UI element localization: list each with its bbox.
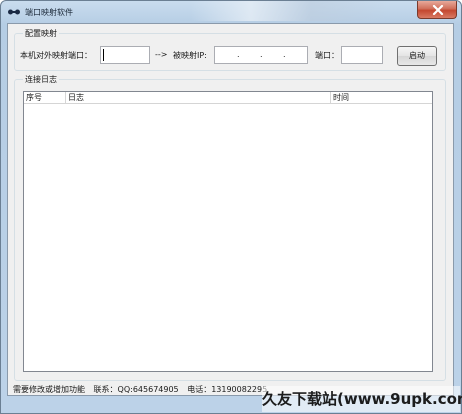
target-ip-label: 被映射IP: (173, 51, 207, 60)
column-header-time[interactable]: 时间 (331, 92, 432, 103)
window-title: 端口映射软件 (25, 8, 73, 17)
ip-dot: . (237, 50, 240, 59)
target-port-input[interactable] (341, 46, 383, 64)
column-header-log[interactable]: 日志 (66, 92, 331, 103)
status-bar: 需要修改或增加功能 联系：QQ:645674905 电话：13190082295 (13, 384, 273, 395)
log-list-header: 序号 日志 时间 (24, 92, 432, 104)
text-caret (103, 49, 104, 61)
log-list[interactable]: 序号 日志 时间 (23, 91, 433, 372)
status-phone: 电话：13190082295 (187, 385, 268, 394)
app-window: 端口映射软件 配置映射 本机对外映射端口： --> 被映射IP: . . . 端… (0, 0, 462, 414)
local-port-label: 本机对外映射端口： (20, 51, 92, 60)
mapping-arrow: --> (155, 50, 168, 59)
status-contact: 联系：QQ:645674905 (93, 385, 179, 394)
close-button[interactable] (417, 1, 457, 19)
ip-dot: . (260, 50, 263, 59)
status-hint: 需要修改或增加功能 (13, 385, 85, 394)
config-group: 配置映射 本机对外映射端口： --> 被映射IP: . . . 端口： 启动 (14, 28, 446, 71)
log-group-title: 连接日志 (23, 74, 59, 85)
start-button[interactable]: 启动 (397, 46, 437, 66)
local-port-input[interactable] (100, 46, 150, 64)
target-port-label: 端口： (315, 51, 339, 60)
config-group-title: 配置映射 (23, 28, 59, 39)
title-bar[interactable]: 端口映射软件 (1, 1, 461, 23)
site-watermark: 久友下载站(www.9upk.com) (262, 386, 462, 412)
app-icon (7, 7, 21, 17)
close-icon (432, 5, 444, 15)
client-area: 配置映射 本机对外映射端口： --> 被映射IP: . . . 端口： 启动 连… (7, 23, 454, 396)
ip-dot: . (283, 50, 286, 59)
target-ip-input[interactable]: . . . (214, 46, 308, 64)
title-bar-glass (191, 1, 391, 21)
column-header-index[interactable]: 序号 (24, 92, 66, 103)
